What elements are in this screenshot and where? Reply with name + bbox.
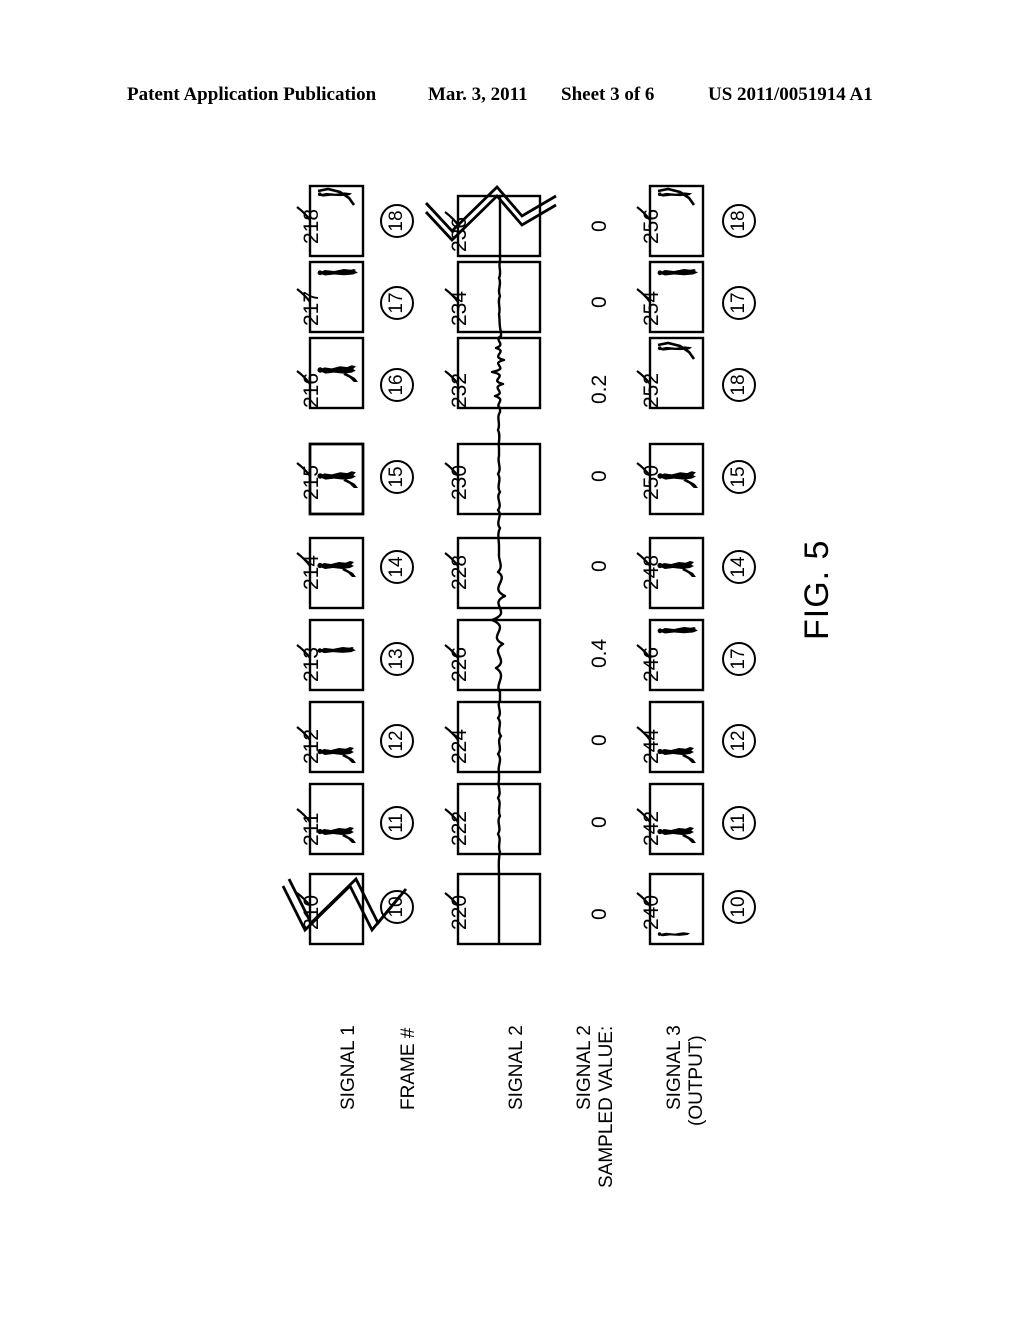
output-frame-number-label: 12 (728, 730, 749, 752)
row-label-signal2: SIGNAL 2 (506, 1025, 527, 1110)
signal1-ref-210: 210 (300, 894, 323, 930)
sampled-value-224: 0 (588, 734, 611, 746)
signal1-ref-211: 211 (300, 812, 323, 846)
figure-drawing-canvas (281, 184, 705, 946)
output-frame-number-label: 15 (728, 466, 749, 488)
frame-number-label: 13 (386, 648, 407, 670)
signal3-ref-244: 244 (640, 728, 663, 764)
signal3-ref-240: 240 (640, 894, 663, 930)
signal2-waveform (490, 194, 507, 946)
signal3-ref-242: 242 (640, 810, 663, 846)
signal1-ref-213: 213 (300, 646, 323, 682)
signal1-ref-217: 217 (300, 290, 323, 326)
sampled-value-230: 0 (588, 470, 611, 482)
sampled-value-228: 0 (588, 560, 611, 572)
frame-number-18: 18 (380, 204, 414, 238)
output-frame-number-col5: 15 (722, 460, 756, 494)
sampled-value-226: 0.4 (588, 638, 611, 668)
frame-number-label: 10 (386, 896, 407, 918)
row-label-signal1: SIGNAL 1 (338, 1025, 359, 1110)
signal2-ref-224: 224 (448, 728, 471, 764)
frame-number-label: 14 (386, 556, 407, 578)
output-frame-number-col0: 10 (722, 890, 756, 924)
output-frame-number-label: 18 (728, 210, 749, 232)
frame-number-14: 14 (380, 550, 414, 584)
frame-number-label: 11 (386, 813, 407, 833)
sampled-value-222: 0 (588, 816, 611, 828)
frame-number-11: 11 (380, 806, 414, 840)
output-frame-number-col1: 11 (722, 806, 756, 840)
signal1-ref-212: 212 (300, 728, 323, 764)
signal3-ref-256: 256 (640, 208, 663, 244)
output-frame-number-col8: 18 (722, 204, 756, 238)
frame-number-label: 15 (386, 466, 407, 488)
frame-number-17: 17 (380, 286, 414, 320)
frame-number-label: 18 (386, 210, 407, 232)
figure-label: FIG. 5 (798, 539, 836, 640)
output-frame-number-col3: 17 (722, 642, 756, 676)
output-frame-number-label: 17 (728, 648, 749, 670)
output-frame-number-label: 14 (728, 556, 749, 578)
output-frame-number-col6: 18 (722, 368, 756, 402)
signal2-ref-222: 222 (448, 810, 471, 846)
signal2-ref-232: 232 (448, 372, 471, 408)
output-frame-number-label: 18 (728, 374, 749, 396)
output-frame-number-col4: 14 (722, 550, 756, 584)
row-label-signal2-sampled-line2: SAMPLED VALUE: (596, 1025, 617, 1188)
row-label-signal3-line2: (OUTPUT) (686, 1035, 707, 1126)
signal3-ref-248: 248 (640, 554, 663, 590)
signal2-ref-226: 226 (448, 646, 471, 682)
output-frame-number-label: 11 (728, 813, 749, 833)
signal1-ref-214: 214 (300, 554, 323, 590)
signal2-ref-236: 236 (448, 216, 471, 252)
output-frame-number-label: 17 (728, 292, 749, 314)
frame-number-label: 17 (386, 292, 407, 314)
row-label-signal3-line1: SIGNAL 3 (664, 1025, 685, 1110)
frame-number-10: 10 (380, 890, 414, 924)
sampled-value-232: 0.2 (588, 374, 611, 404)
frame-number-label: 16 (386, 374, 407, 396)
signal3-ref-246: 246 (640, 646, 663, 682)
row-label-frame-number: FRAME # (398, 1027, 419, 1110)
row-label-signal2-sampled-line1: SIGNAL 2 (574, 1025, 595, 1110)
frame-number-label: 12 (386, 730, 407, 752)
output-frame-number-col7: 17 (722, 286, 756, 320)
sampled-value-236: 0 (588, 220, 611, 232)
frame-number-15: 15 (380, 460, 414, 494)
signal2-ref-234: 234 (448, 290, 471, 326)
signal1-ref-215: 215 (300, 464, 323, 500)
signal1-ref-216: 216 (300, 372, 323, 408)
signal3-ref-252: 252 (640, 372, 663, 408)
sampled-value-234: 0 (588, 296, 611, 308)
frame-number-16: 16 (380, 368, 414, 402)
figure-fig5: 218 217 216 215 214 213 212 211 210 18 1… (0, 0, 1024, 1320)
frame-number-12: 12 (380, 724, 414, 758)
sampled-value-220: 0 (588, 908, 611, 920)
signal3-ref-254: 254 (640, 290, 663, 326)
signal3-ref-250: 250 (640, 464, 663, 500)
output-frame-number-col2: 12 (722, 724, 756, 758)
output-frame-number-label: 10 (728, 896, 749, 918)
signal2-ref-228: 228 (448, 554, 471, 590)
signal2-ref-220: 220 (448, 894, 471, 930)
signal2-ref-230: 230 (448, 464, 471, 500)
frame-number-13: 13 (380, 642, 414, 676)
signal1-ref-218: 218 (300, 208, 323, 244)
